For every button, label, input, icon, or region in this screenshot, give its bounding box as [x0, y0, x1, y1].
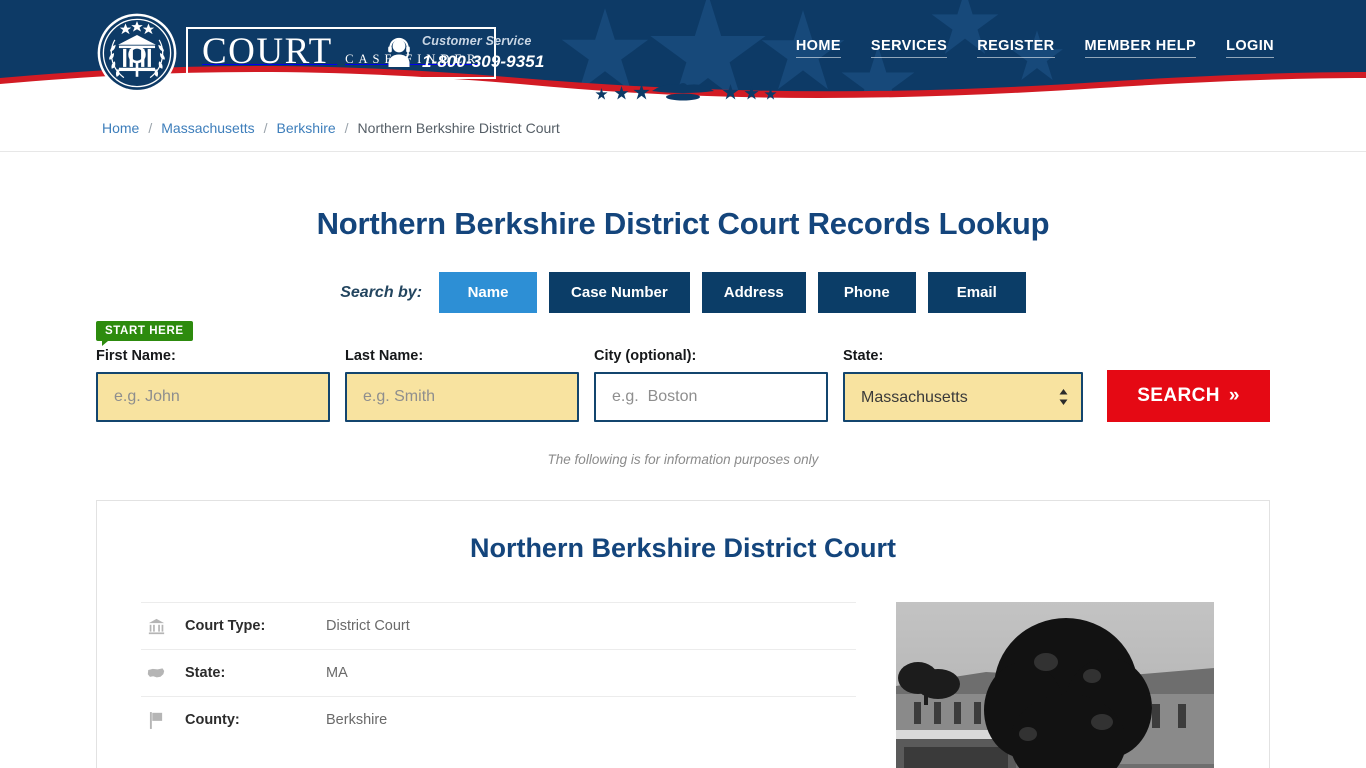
customer-service-phone[interactable]: 1-800-309-9351: [422, 52, 544, 71]
breadcrumb-item-current: Northern Berkshire District Court: [357, 119, 560, 136]
nav-item-services[interactable]: SERVICES: [870, 38, 948, 58]
city-label: City (optional):: [594, 348, 697, 364]
nav-item-home[interactable]: HOME: [795, 38, 841, 58]
first-name-field-group: First Name:: [96, 348, 330, 422]
search-form: START HERE First Name: Last Name: City (…: [96, 313, 1270, 467]
court-details-card: Northern Berkshire District Court Court …: [96, 500, 1270, 768]
city-field-group: City (optional):: [594, 348, 828, 422]
court-details-table: Court Type: District Court State: MA Cou…: [141, 602, 856, 768]
usa-map-icon: [141, 666, 171, 680]
last-name-label: Last Name:: [345, 348, 424, 364]
breadcrumb-separator: /: [148, 119, 153, 136]
breadcrumb-item-state[interactable]: Massachusetts: [161, 120, 254, 136]
breadcrumb-bar: Home / Massachusetts / Berkshire / North…: [0, 104, 1366, 152]
bank-building-icon: [141, 618, 171, 635]
nav-item-register[interactable]: REGISTER: [977, 38, 1055, 58]
headset-support-icon: [388, 37, 410, 67]
detail-value: District Court: [326, 618, 410, 634]
customer-service-label: Customer Service: [422, 34, 532, 48]
court-seal-icon: [97, 13, 177, 93]
site-header: COURT CASE FINDER Customer Service 1-800…: [0, 0, 1366, 104]
search-by-tabs: Search by: Name Case Number Address Phon…: [0, 272, 1366, 313]
court-card-title: Northern Berkshire District Court: [469, 533, 897, 563]
breadcrumb: Home / Massachusetts / Berkshire / North…: [102, 120, 560, 136]
search-by-label: Search by:: [340, 283, 423, 301]
main-navigation: HOME SERVICES REGISTER MEMBER HELP LOGIN: [795, 38, 1274, 58]
detail-key: Court Type:: [185, 618, 266, 634]
first-name-input[interactable]: [96, 372, 330, 422]
tab-email[interactable]: Email: [927, 272, 1026, 313]
state-field-group: State: Massachusetts: [843, 348, 1083, 422]
breadcrumb-separator: /: [344, 119, 349, 136]
detail-value: MA: [326, 665, 348, 681]
detail-key: County:: [185, 712, 240, 728]
search-fields-row: First Name: Last Name: City (optional): …: [96, 321, 1270, 422]
flag-icon: [141, 711, 171, 729]
state-label: State:: [843, 348, 884, 364]
logo-word: COURT: [202, 30, 333, 72]
tab-case-number[interactable]: Case Number: [549, 272, 690, 313]
state-select[interactable]: Massachusetts: [843, 372, 1083, 422]
breadcrumb-separator: /: [263, 119, 268, 136]
breadcrumb-item-county[interactable]: Berkshire: [277, 120, 336, 136]
search-button-label: SEARCH: [1137, 385, 1220, 406]
nav-item-member-help[interactable]: MEMBER HELP: [1084, 38, 1197, 58]
breadcrumb-item-home[interactable]: Home: [102, 120, 139, 136]
detail-key: State:: [185, 665, 226, 681]
tab-name[interactable]: Name: [439, 272, 538, 313]
double-chevron-right-icon: »: [1228, 385, 1240, 406]
nav-item-login[interactable]: LOGIN: [1226, 38, 1274, 58]
disclaimer-text: The following is for information purpose…: [547, 452, 819, 467]
court-card-body: Court Type: District Court State: MA Cou…: [141, 564, 1225, 768]
last-name-input[interactable]: [345, 372, 579, 422]
state-select-shell: Massachusetts: [843, 372, 1083, 422]
tab-phone[interactable]: Phone: [817, 272, 916, 313]
table-row: County: Berkshire: [141, 696, 856, 743]
page-title: Northern Berkshire District Court Record…: [316, 206, 1050, 241]
courthouse-photo: [896, 602, 1214, 768]
last-name-field-group: Last Name:: [345, 348, 579, 422]
detail-value: Berkshire: [326, 712, 388, 728]
first-name-label: First Name:: [96, 348, 176, 364]
start-here-badge: START HERE: [96, 321, 193, 346]
city-input[interactable]: [594, 372, 828, 422]
search-button[interactable]: SEARCH »: [1107, 370, 1270, 422]
table-row: State: MA: [141, 649, 856, 696]
table-row: Court Type: District Court: [141, 602, 856, 649]
tab-address[interactable]: Address: [701, 272, 806, 313]
customer-service-block: Customer Service 1-800-309-9351: [386, 33, 544, 71]
